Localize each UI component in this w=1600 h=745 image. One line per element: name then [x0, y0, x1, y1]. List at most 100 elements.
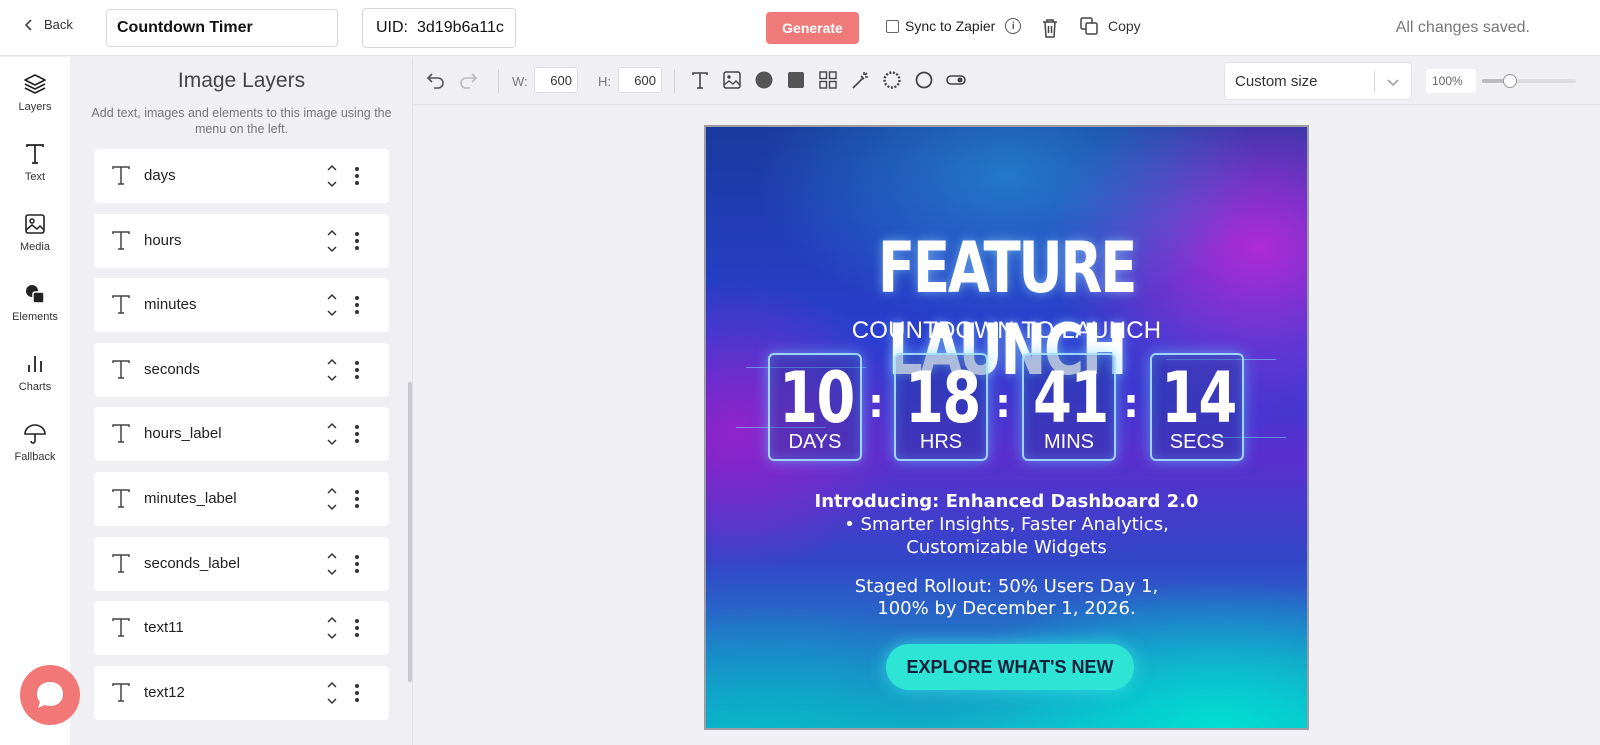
select-divider [1374, 71, 1375, 93]
layer-row[interactable]: seconds_label [94, 536, 389, 591]
sync-checkbox[interactable] [886, 19, 899, 33]
layer-name: text11 [144, 619, 184, 637]
tool-sidebar: Layers Text Media Elements Charts Fallba… [0, 57, 70, 745]
sidebar-item-layers[interactable]: Layers [0, 57, 70, 127]
add-image-icon[interactable] [722, 70, 742, 90]
save-status: All changes saved. [1395, 19, 1530, 36]
generate-button[interactable]: Generate [766, 12, 859, 44]
redo-icon[interactable] [458, 70, 478, 90]
canvas-area: FEATURE LAUNCH COUNTDOWN TO LAUNCH 10 DA… [414, 106, 1600, 745]
text-layer-icon [112, 424, 130, 444]
sidebar-item-elements[interactable]: Elements [0, 267, 70, 337]
copy-label: Copy [1108, 18, 1141, 34]
layer-row[interactable]: text11 [94, 601, 389, 656]
layer-name: text12 [144, 683, 185, 701]
artboard-line-1: • Smarter Insights, Faster Analytics, [844, 514, 1169, 535]
text-layer-icon [112, 553, 130, 573]
reorder-icon[interactable] [326, 291, 338, 319]
chevron-down-icon [1387, 79, 1399, 87]
more-options-icon[interactable] [354, 166, 360, 186]
toolbar-divider [674, 69, 675, 93]
width-input[interactable] [534, 67, 578, 93]
dotted-circle-icon[interactable] [882, 70, 902, 90]
text-layer-icon [112, 295, 130, 314]
reorder-icon[interactable] [326, 420, 338, 448]
uid-value: 3d19b6a11c [417, 19, 504, 36]
toggle-icon[interactable] [946, 70, 966, 90]
title-input[interactable] [106, 9, 338, 47]
more-options-icon[interactable] [354, 554, 360, 574]
size-select[interactable]: Custom size [1224, 62, 1412, 100]
countdown-seconds-value: 14 [1161, 357, 1237, 439]
sidebar-label-charts: Charts [18, 380, 52, 393]
chat-button[interactable] [20, 665, 80, 725]
zoom-slider[interactable] [1482, 74, 1576, 88]
countdown-minutes-value: 41 [1033, 357, 1109, 439]
layer-row[interactable]: hours [94, 213, 389, 268]
text-layer-icon [112, 166, 130, 185]
sidebar-item-media[interactable]: Media [0, 197, 70, 267]
sidebar-item-charts[interactable]: Charts [0, 337, 70, 407]
more-options-icon[interactable] [354, 295, 360, 315]
countdown-colon: : [995, 381, 1011, 427]
more-options-icon[interactable] [354, 618, 360, 638]
ring-icon[interactable] [914, 70, 934, 90]
reorder-icon[interactable] [326, 227, 338, 255]
zoom-slider-knob[interactable] [1503, 74, 1518, 88]
height-label: H: [598, 74, 611, 89]
artboard-line-3: Staged Rollout: 50% Users Day 1, [854, 576, 1159, 597]
sync-zapier[interactable]: Sync to Zapier i [886, 18, 1022, 34]
text-layer-icon [112, 489, 130, 508]
artboard[interactable]: FEATURE LAUNCH COUNTDOWN TO LAUNCH 10 DA… [704, 125, 1309, 730]
sidebar-item-text[interactable]: Text [0, 127, 70, 197]
reorder-icon[interactable] [326, 162, 338, 190]
chat-bubble-icon [37, 682, 63, 708]
more-options-icon[interactable] [354, 683, 360, 703]
chevron-left-icon [24, 18, 32, 31]
cta-button[interactable]: EXPLORE WHAT'S NEW [886, 644, 1134, 690]
trash-icon[interactable] [1040, 17, 1060, 39]
layer-row[interactable]: hours_label [94, 407, 389, 462]
layer-row[interactable]: text12 [94, 665, 389, 720]
countdown-seconds-label: SECS [1169, 431, 1225, 453]
more-options-icon[interactable] [354, 424, 360, 444]
circle-shape-icon[interactable] [754, 70, 774, 90]
grid-icon[interactable] [818, 70, 838, 90]
reorder-icon[interactable] [326, 356, 338, 384]
more-options-icon[interactable] [354, 360, 360, 380]
add-text-icon[interactable] [690, 70, 710, 90]
sidebar-item-fallback[interactable]: Fallback [0, 407, 70, 477]
layer-row[interactable]: minutes_label [94, 472, 389, 526]
reorder-icon[interactable] [326, 679, 338, 707]
more-options-icon[interactable] [354, 231, 360, 251]
layer-name: hours_label [144, 425, 222, 443]
countdown-minutes: 41 MINS [1022, 353, 1116, 461]
reorder-icon[interactable] [326, 485, 338, 513]
image-icon [25, 213, 45, 234]
layers-scrollbar[interactable] [408, 382, 412, 682]
height-input[interactable] [618, 67, 662, 93]
layer-row[interactable]: minutes [94, 278, 389, 333]
reorder-icon[interactable] [326, 550, 338, 578]
zoom-value: 100% [1426, 69, 1476, 93]
bar-chart-icon [28, 355, 42, 372]
more-options-icon[interactable] [354, 489, 360, 509]
magic-wand-icon[interactable] [850, 70, 870, 90]
info-icon[interactable]: i [1005, 18, 1022, 34]
text-layer-icon [112, 683, 130, 702]
reorder-icon[interactable] [326, 614, 338, 642]
back-button[interactable]: Back [22, 17, 73, 32]
undo-icon[interactable] [426, 70, 446, 90]
sync-label: Sync to Zapier [905, 18, 996, 34]
layer-row[interactable]: seconds [94, 342, 389, 397]
copy-button[interactable]: Copy [1080, 17, 1141, 35]
elements-icon [26, 284, 45, 304]
text-layer-icon [112, 230, 130, 250]
layers-panel-title: Image Layers [177, 69, 306, 92]
square-shape-icon[interactable] [786, 70, 806, 90]
layer-row[interactable]: days [94, 149, 389, 203]
sidebar-label-elements: Elements [12, 310, 58, 323]
toolbar-divider [498, 69, 499, 93]
countdown-hours-label: HRS [919, 431, 963, 453]
uid-field[interactable]: UID: 3d19b6a11c [362, 8, 516, 48]
